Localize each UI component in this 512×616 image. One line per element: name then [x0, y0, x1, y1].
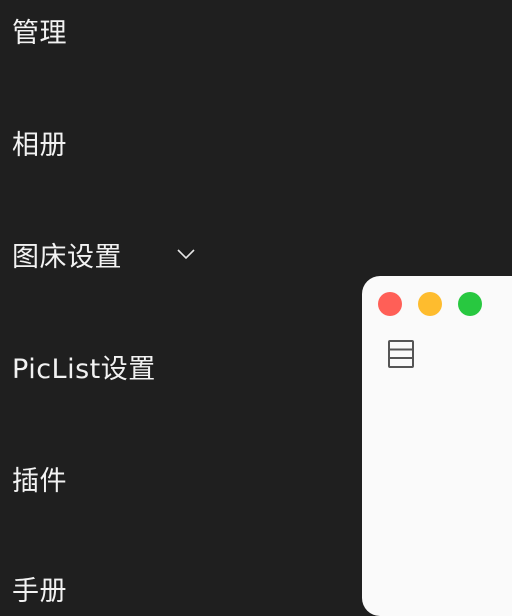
chevron-down-icon[interactable]: [177, 248, 195, 260]
minimize-icon[interactable]: [418, 292, 442, 316]
sidebar-item-label: 相册: [12, 129, 67, 161]
sidebar-item-manual[interactable]: 手册: [12, 568, 67, 608]
list-icon[interactable]: [388, 340, 414, 368]
sidebar-item-label: 手册: [12, 575, 67, 607]
sidebar-item-label: 图床设置: [12, 241, 122, 273]
sidebar-nav: 管理 相册 图床设置 PicList设置 插件 手册: [0, 0, 360, 607]
close-icon[interactable]: [378, 292, 402, 316]
sidebar-item-label: 插件: [12, 465, 67, 497]
sidebar-item-album[interactable]: 相册: [12, 122, 67, 162]
sidebar-item-image-host-settings[interactable]: 图床设置: [12, 234, 122, 274]
mini-window: [362, 276, 512, 616]
sidebar-item-label: PicList设置: [12, 353, 156, 385]
maximize-icon[interactable]: [458, 292, 482, 316]
sidebar-item-piclist-settings[interactable]: PicList设置: [12, 346, 156, 386]
sidebar-item-label: 管理: [12, 17, 67, 49]
sidebar-item-plugins[interactable]: 插件: [12, 458, 67, 498]
sidebar-item-manage[interactable]: 管理: [12, 10, 67, 50]
